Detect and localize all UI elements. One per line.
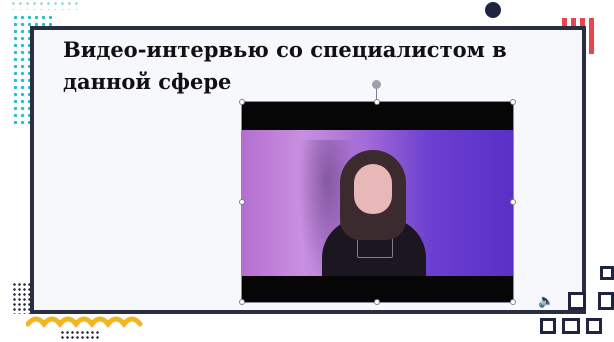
resize-handle-bottom-left[interactable] xyxy=(239,299,245,305)
video-frame xyxy=(242,130,513,276)
square-decoration xyxy=(540,318,556,334)
square-decoration xyxy=(600,266,614,280)
navy-circle-decoration xyxy=(485,2,501,18)
resize-handle-bottom[interactable] xyxy=(374,299,380,305)
resize-handle-bottom-right[interactable] xyxy=(510,299,516,305)
speaker-icon[interactable]: 🔈 xyxy=(538,294,554,310)
video-player[interactable] xyxy=(241,101,514,303)
resize-handle-left[interactable] xyxy=(239,199,245,205)
dot-pattern-bottom-left xyxy=(12,282,32,314)
resize-handle-right[interactable] xyxy=(510,199,516,205)
square-decoration xyxy=(586,318,602,334)
slide-title[interactable]: Видео-интервью со специалистом в данной … xyxy=(63,34,533,98)
resize-handle-top-right[interactable] xyxy=(510,99,516,105)
dot-pattern-bottom xyxy=(60,330,100,340)
resize-handle-top-left[interactable] xyxy=(239,99,245,105)
square-decoration xyxy=(568,292,586,310)
rotate-handle-icon[interactable] xyxy=(372,80,381,89)
slide-canvas: Видео-интервью со специалистом в данной … xyxy=(0,0,614,342)
yellow-wave-decoration xyxy=(26,316,143,328)
dot-pattern-top xyxy=(10,0,80,10)
square-decoration xyxy=(562,318,580,334)
square-decoration xyxy=(598,292,614,310)
person-face xyxy=(354,164,392,214)
resize-handle-top[interactable] xyxy=(374,99,380,105)
